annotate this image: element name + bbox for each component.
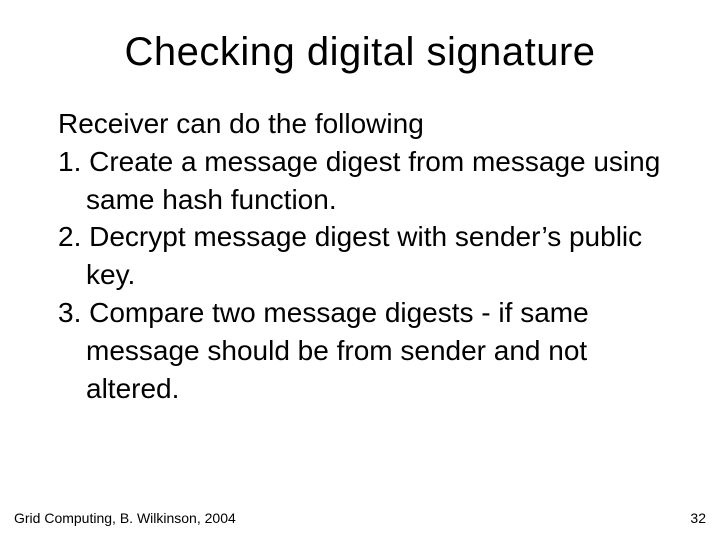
page-number: 32 <box>690 510 706 526</box>
footer-attribution: Grid Computing, B. Wilkinson, 2004 <box>14 510 236 526</box>
intro-text: Receiver can do the following <box>58 105 662 143</box>
slide-footer: Grid Computing, B. Wilkinson, 2004 32 <box>14 510 706 526</box>
list-item: 2. Decrypt message digest with sender’s … <box>58 218 662 294</box>
slide-content: Receiver can do the following 1. Create … <box>58 105 662 520</box>
slide-title: Checking digital signature <box>58 30 662 75</box>
list-item: 3. Compare two message digests - if same… <box>58 294 662 407</box>
list-item: 1. Create a message digest from message … <box>58 143 662 219</box>
slide-container: Checking digital signature Receiver can … <box>0 0 720 540</box>
